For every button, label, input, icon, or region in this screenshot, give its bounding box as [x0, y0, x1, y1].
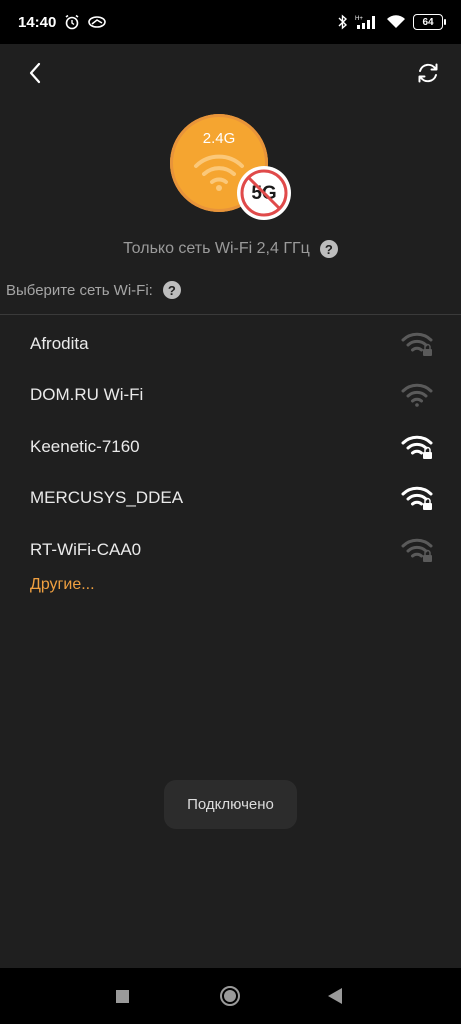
cellular-signal-icon: H+	[355, 16, 375, 29]
wifi-locked-weak-icon	[401, 538, 433, 562]
network-type-badge: H+	[355, 16, 363, 22]
wifi-locked-weak-icon	[401, 332, 433, 356]
status-time: 14:40	[18, 13, 57, 31]
battery-indicator: 64	[413, 14, 446, 30]
help-icon[interactable]: ?	[319, 240, 338, 258]
wifi-locked-strong-icon	[401, 435, 433, 459]
wifi-locked-strong-icon	[401, 487, 433, 511]
network-item[interactable]: Afrodita	[0, 318, 461, 370]
network-item[interactable]: MERCUSYS_DDEA	[0, 473, 461, 525]
system-nav-bar	[0, 968, 461, 1024]
wifi-status-icon	[387, 15, 405, 28]
chevron-left-icon	[29, 62, 41, 84]
band-5g-disabled-badge: 5G	[237, 166, 291, 220]
prohibited-icon: 5G	[240, 169, 288, 217]
network-name: Afrodita	[30, 333, 89, 353]
network-item[interactable]: RT-WiFi-CAA0	[0, 524, 461, 576]
app-notification-icon	[88, 16, 107, 28]
divider	[0, 314, 461, 315]
network-name: RT-WiFi-CAA0	[30, 539, 142, 559]
alarm-icon	[65, 14, 79, 30]
back-button[interactable]	[20, 58, 50, 88]
help-icon[interactable]: ?	[162, 281, 181, 299]
network-item[interactable]: Keenetic-7160	[0, 421, 461, 473]
bluetooth-icon	[338, 14, 348, 30]
choose-network-text: Выберите сеть Wi-Fi:	[6, 281, 153, 299]
band-24-label: 2.4G	[202, 130, 236, 147]
recents-button[interactable]	[116, 990, 129, 1003]
refresh-icon	[418, 63, 438, 83]
home-button[interactable]	[220, 986, 240, 1006]
refresh-button[interactable]	[412, 58, 444, 88]
network-list: Afrodita DOM.RU Wi-Fi Keenetic-7160 MERC…	[0, 318, 461, 576]
status-left: 14:40	[18, 13, 107, 31]
choose-network-label: Выберите сеть Wi-Fi: ?	[6, 281, 181, 299]
wifi-weak-icon	[401, 384, 433, 408]
other-networks-link[interactable]: Другие...	[30, 576, 95, 594]
status-right: H+ 64	[338, 14, 446, 30]
only-24ghz-text: Только сеть Wi-Fi 2,4 ГГц	[123, 240, 310, 257]
system-back-button[interactable]	[328, 988, 342, 1004]
network-item[interactable]: DOM.RU Wi-Fi	[0, 370, 461, 422]
toast-message: Подключено	[164, 780, 297, 829]
status-bar: 14:40 H+ 64	[0, 0, 461, 44]
network-name: MERCUSYS_DDEA	[30, 488, 184, 508]
network-name: DOM.RU Wi-Fi	[30, 385, 144, 405]
network-name: Keenetic-7160	[30, 436, 140, 456]
only-24ghz-notice: Только сеть Wi-Fi 2,4 ГГц ?	[0, 240, 461, 258]
band-illustration: 2.4G 5G	[170, 114, 296, 220]
